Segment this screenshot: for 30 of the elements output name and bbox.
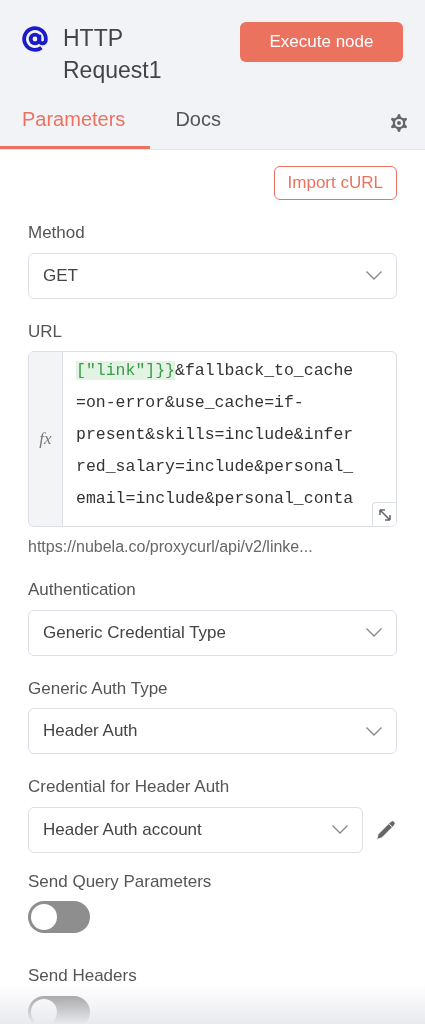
url-editor[interactable]: fx ["link"]}}&fallback_to_cache =on-error&use_cache=if- present&skills=include&infer red_salary=include&personal_ email=include&personal_conta [28,351,397,527]
code-line: email=include&personal_conta [76,488,354,510]
field-label: Method [28,222,86,244]
fx-label: fx [39,428,52,451]
field-label: Send Query Parameters [28,870,213,893]
chevron-icon [366,726,382,736]
node-title: HTTP Request1 [63,24,163,85]
chevron-icon [366,628,382,637]
code-line: red_salary=include&personal_ [76,456,354,478]
expand-icon[interactable] [372,502,396,526]
dropdown[interactable]: GET [28,252,397,299]
field-label: URL [28,320,63,343]
code-line: ["link"]}}&fallback_to_cache [76,360,354,382]
code-line: present&skills=include&infer [76,424,354,446]
chevron-icon [366,271,382,280]
dropdown[interactable]: Generic Credential Type [28,609,397,656]
at-sign-icon [22,26,48,52]
field-label: Send Headers [28,965,138,987]
tab[interactable]: Docs [150,104,246,149]
toggle-switch[interactable] [28,901,90,933]
dropdown[interactable]: Header Auth account [28,806,363,853]
chevron-icon [332,825,348,834]
code-line: =on-error&use_cache=if- [76,392,304,414]
edit-icon[interactable] [375,818,397,841]
url-hint: https://nubela.co/proxycurl/api/v2/linke... [28,537,314,557]
field-label: Credential for Header Auth [28,776,231,798]
dropdown[interactable]: Header Auth [28,708,397,754]
field-label: Generic Auth Type [28,677,169,700]
toggle-switch[interactable] [28,995,90,1024]
field-label: Authentication [28,579,137,601]
